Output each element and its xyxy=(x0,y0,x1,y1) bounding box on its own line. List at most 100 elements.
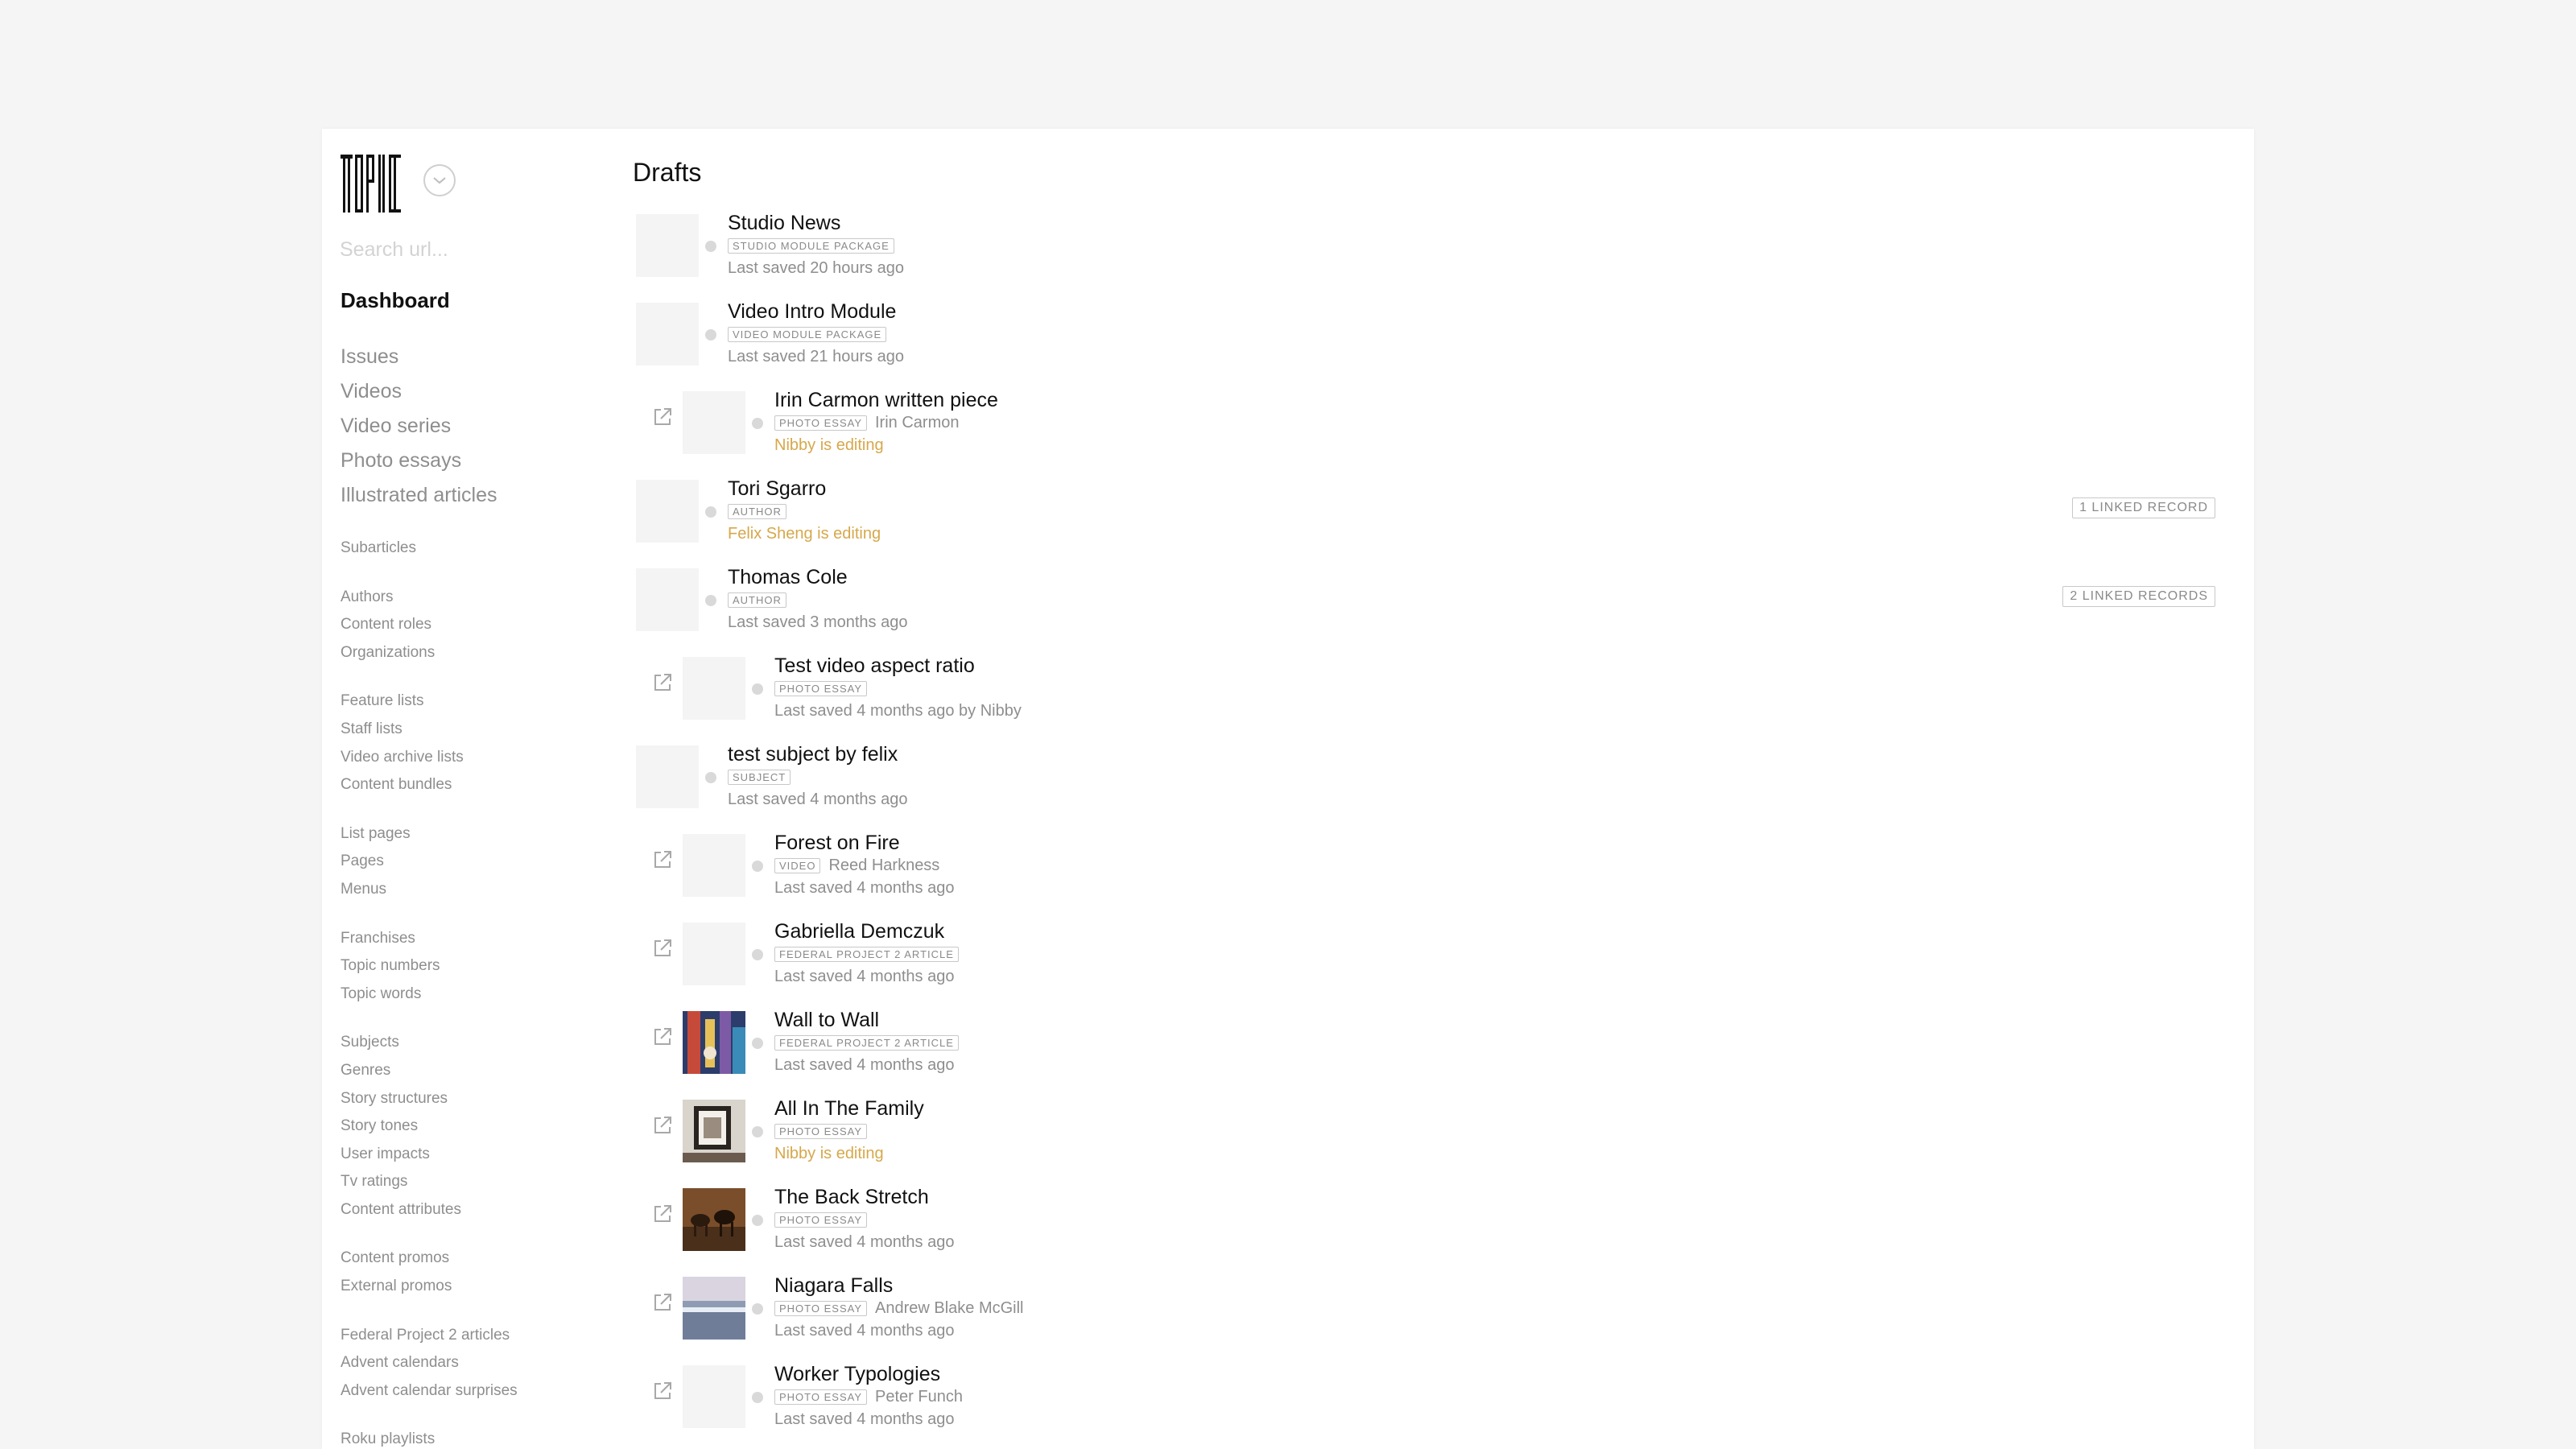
draft-info: Test video aspect ratio PHOTO ESSAY Last s… xyxy=(774,654,1022,722)
thumbnail-placeholder xyxy=(636,568,699,631)
sidebar-item-issues[interactable]: Issues xyxy=(341,340,497,374)
sidebar-item-subarticles[interactable]: Subarticles xyxy=(341,535,518,563)
draft-row[interactable]: Irin Carmon written piece PHOTO ESSAY Irin… xyxy=(633,388,2254,477)
external-link-icon[interactable] xyxy=(650,1113,675,1137)
draft-title[interactable]: All In The Family xyxy=(774,1096,924,1121)
status-dot xyxy=(752,1303,763,1315)
thumbnail-placeholder xyxy=(683,391,745,454)
sidebar-item-genres[interactable]: Genres xyxy=(341,1057,518,1085)
content-type-badge: AUTHOR xyxy=(728,592,786,608)
sidebar-item-content-attributes[interactable]: Content attributes xyxy=(341,1196,518,1224)
draft-row[interactable]: The Back Stretch PHOTO ESSAY Last saved 4 … xyxy=(633,1185,2254,1274)
draft-title[interactable]: Tori Sgarro xyxy=(728,477,881,501)
sidebar-item-video-series[interactable]: Video series xyxy=(341,409,497,444)
draft-row[interactable]: All In The Family PHOTO ESSAY Nibby is edi… xyxy=(633,1096,2254,1185)
sidebar-item-topic-numbers[interactable]: Topic numbers xyxy=(341,952,518,980)
status-dot xyxy=(752,949,763,960)
draft-row[interactable]: Video Intro Module VIDEO MODULE PACKAGE La… xyxy=(633,299,2254,388)
sidebar-item-external-promos[interactable]: External promos xyxy=(341,1273,518,1301)
draft-info: Irin Carmon written piece PHOTO ESSAY Irin… xyxy=(774,388,998,456)
draft-title[interactable]: Thomas Cole xyxy=(728,565,907,589)
content-type-badge: PHOTO ESSAY xyxy=(774,1124,867,1139)
draft-title[interactable]: Wall to Wall xyxy=(774,1008,959,1032)
draft-title[interactable]: Test video aspect ratio xyxy=(774,654,1022,678)
draft-title[interactable]: Niagara Falls xyxy=(774,1274,1024,1298)
sidebar-item-video-archive-lists[interactable]: Video archive lists xyxy=(341,744,518,772)
sidebar-item-user-impacts[interactable]: User impacts xyxy=(341,1141,518,1169)
draft-meta: SUBJECT xyxy=(728,766,907,788)
status-dot xyxy=(752,1038,763,1049)
sidebar-item-menus[interactable]: Menus xyxy=(341,876,518,904)
sidebar-group: Feature lists Staff lists Video archive li… xyxy=(341,687,518,799)
sidebar-group: Content promos External promos xyxy=(341,1245,518,1300)
content-type-badge: VIDEO MODULE PACKAGE xyxy=(728,327,887,342)
draft-row[interactable]: Wall to Wall FEDERAL PROJECT 2 ARTICLE Las… xyxy=(633,1008,2254,1096)
draft-row[interactable]: Worker Typologies PHOTO ESSAY Peter Funch L… xyxy=(633,1362,2254,1449)
external-link-icon[interactable] xyxy=(650,936,675,960)
external-link-icon[interactable] xyxy=(650,405,675,429)
draft-row[interactable]: Test video aspect ratio PHOTO ESSAY Last s… xyxy=(633,654,2254,742)
sidebar-item-advent-calendar-surprises[interactable]: Advent calendar surprises xyxy=(341,1377,518,1406)
draft-row[interactable]: Gabriella Demczuk FEDERAL PROJECT 2 ARTIC… xyxy=(633,919,2254,1008)
sidebar-item-content-roles[interactable]: Content roles xyxy=(341,611,518,639)
draft-row[interactable]: Thomas Cole AUTHOR Last saved 3 months ago… xyxy=(633,565,2254,654)
sidebar-item-content-promos[interactable]: Content promos xyxy=(341,1245,518,1273)
draft-row[interactable]: Niagara Falls PHOTO ESSAY Andrew Blake McG… xyxy=(633,1274,2254,1362)
draft-author: Reed Harkness xyxy=(828,857,940,874)
draft-row[interactable]: Tori Sgarro AUTHOR Felix Sheng is editing 1… xyxy=(633,477,2254,565)
thumbnail-placeholder xyxy=(683,657,745,720)
external-link-icon[interactable] xyxy=(650,1379,675,1403)
content-type-badge: FEDERAL PROJECT 2 ARTICLE xyxy=(774,1035,959,1051)
sidebar-item-feature-lists[interactable]: Feature lists xyxy=(341,687,518,716)
external-link-icon[interactable] xyxy=(650,671,675,695)
search-url-input[interactable] xyxy=(340,233,581,266)
sidebar-item-photo-essays[interactable]: Photo essays xyxy=(341,444,497,478)
draft-title[interactable]: The Back Stretch xyxy=(774,1185,954,1209)
draft-row[interactable]: Forest on Fire VIDEO Reed Harkness Last sav… xyxy=(633,831,2254,919)
draft-title[interactable]: test subject by felix xyxy=(728,742,907,766)
draft-status: Last saved 4 months ago xyxy=(774,1056,955,1074)
external-link-icon[interactable] xyxy=(650,1290,675,1315)
content-type-badge: VIDEO xyxy=(774,858,821,873)
external-link-icon[interactable] xyxy=(650,1202,675,1226)
primary-nav: Issues Videos Video series Photo essays Illu… xyxy=(341,340,497,513)
sidebar-item-pages[interactable]: Pages xyxy=(341,848,518,876)
sidebar-item-content-bundles[interactable]: Content bundles xyxy=(341,771,518,799)
sidebar-item-topic-words[interactable]: Topic words xyxy=(341,980,518,1009)
sidebar-item-advent-calendars[interactable]: Advent calendars xyxy=(341,1349,518,1377)
app-window: Dashboard IssuesVideosVideo seriesPhoto … xyxy=(322,129,2254,1449)
sidebar-item-roku-playlists[interactable]: Roku playlists xyxy=(341,1426,518,1449)
draft-row[interactable]: test subject by felix SUBJECT Last saved 4… xyxy=(633,742,2254,831)
draft-row[interactable]: Studio News STUDIO MODULE PACKAGE Last sav… xyxy=(633,211,2254,299)
sidebar-item-staff-lists[interactable]: Staff lists xyxy=(341,716,518,744)
draft-status: Felix Sheng is editing xyxy=(728,525,881,543)
draft-title[interactable]: Forest on Fire xyxy=(774,831,954,855)
sidebar-item-list-pages[interactable]: List pages xyxy=(341,820,518,848)
status-dot xyxy=(752,1126,763,1137)
draft-title[interactable]: Irin Carmon written piece xyxy=(774,388,998,412)
chevron-down-icon xyxy=(433,177,446,184)
sidebar-item-videos[interactable]: Videos xyxy=(341,374,497,409)
sidebar-item-organizations[interactable]: Organizations xyxy=(341,639,518,667)
thumbnail-placeholder xyxy=(636,745,699,808)
draft-title[interactable]: Gabriella Demczuk xyxy=(774,919,959,943)
draft-status: Last saved 4 months ago xyxy=(774,879,955,897)
topic-logo[interactable] xyxy=(340,151,404,216)
draft-status: Last saved 20 hours ago xyxy=(728,259,905,277)
nav-dashboard[interactable]: Dashboard xyxy=(341,288,450,313)
draft-title[interactable]: Video Intro Module xyxy=(728,299,904,324)
sidebar-item-story-structures[interactable]: Story structures xyxy=(341,1085,518,1113)
draft-title[interactable]: Worker Typologies xyxy=(774,1362,963,1386)
sidebar-item-federal-project-2-articles[interactable]: Federal Project 2 articles xyxy=(341,1322,518,1350)
sidebar-item-illustrated-articles[interactable]: Illustrated articles xyxy=(341,478,497,513)
sidebar-item-subjects[interactable]: Subjects xyxy=(341,1029,518,1057)
sidebar-group: Subarticles xyxy=(341,535,518,563)
external-link-icon[interactable] xyxy=(650,848,675,872)
sidebar-item-franchises[interactable]: Franchises xyxy=(341,925,518,953)
draft-title[interactable]: Studio News xyxy=(728,211,904,235)
external-link-icon[interactable] xyxy=(650,1025,675,1049)
sidebar-item-authors[interactable]: Authors xyxy=(341,584,518,612)
sidebar-item-tv-ratings[interactable]: Tv ratings xyxy=(341,1168,518,1196)
workspace-dropdown-button[interactable] xyxy=(423,164,456,196)
sidebar-item-story-tones[interactable]: Story tones xyxy=(341,1113,518,1141)
